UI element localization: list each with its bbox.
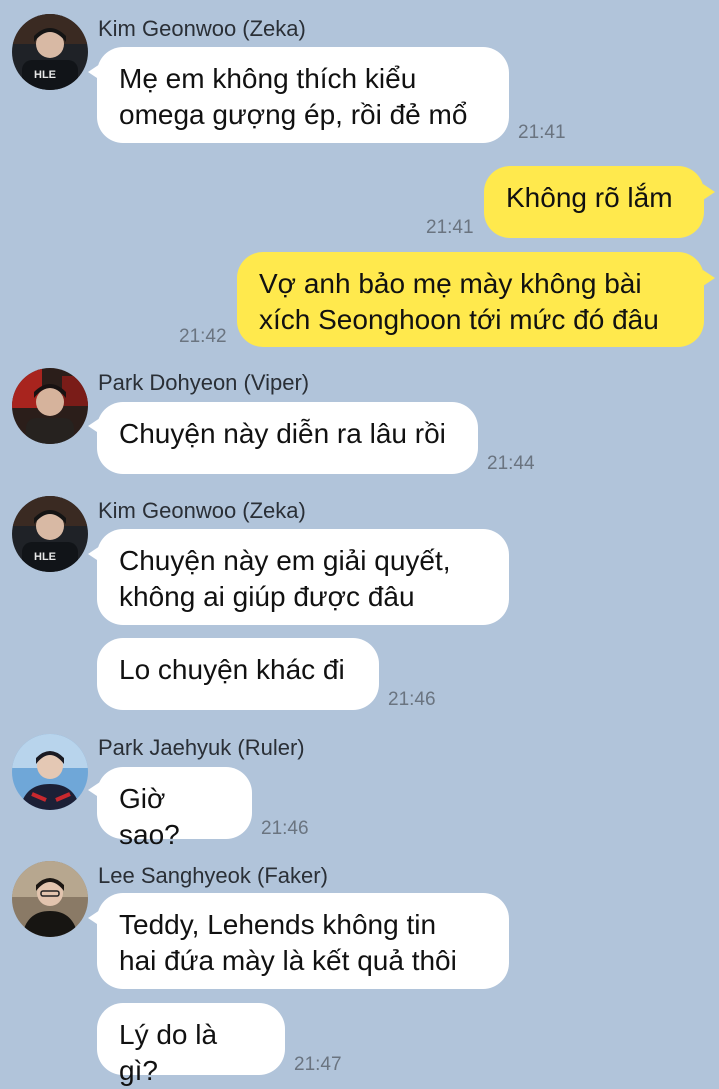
avatar[interactable] bbox=[12, 861, 88, 937]
avatar[interactable] bbox=[12, 368, 88, 444]
message-bubble[interactable]: Chuyện này em giải quyết, không ai giúp … bbox=[97, 529, 509, 625]
message-bubble[interactable]: Teddy, Lehends không tin hai đứa mày là … bbox=[97, 893, 509, 989]
message-time: 21:41 bbox=[426, 217, 474, 238]
svg-text:HLE: HLE bbox=[34, 69, 56, 81]
message-time: 21:41 bbox=[518, 122, 566, 143]
bubble-tail bbox=[703, 270, 715, 286]
avatar[interactable]: HLE bbox=[12, 14, 88, 90]
message-time: 21:44 bbox=[487, 453, 535, 474]
sender-name: Kim Geonwoo (Zeka) bbox=[98, 16, 306, 41]
message-bubble[interactable]: Lý do là gì? bbox=[97, 1003, 285, 1086]
message-time: 21:46 bbox=[261, 818, 309, 839]
sender-name: Park Jaehyuk (Ruler) bbox=[98, 735, 305, 760]
message-time: 21:42 bbox=[179, 326, 227, 347]
sender-name: Lee Sanghyeok (Faker) bbox=[98, 863, 328, 888]
avatar[interactable] bbox=[12, 734, 88, 810]
message-bubble[interactable]: Không rõ lắm bbox=[484, 166, 704, 238]
message-time: 21:47 bbox=[294, 1054, 342, 1075]
message-bubble[interactable]: Chuyện này diễn ra lâu rồi bbox=[97, 402, 478, 474]
bubble-tail bbox=[703, 184, 715, 200]
message-time: 21:46 bbox=[388, 689, 436, 710]
sender-name: Kim Geonwoo (Zeka) bbox=[98, 498, 306, 523]
message-bubble[interactable]: Mẹ em không thích kiểu omega gượng ép, r… bbox=[97, 47, 509, 143]
message-bubble[interactable]: Giờ sao? bbox=[97, 767, 252, 850]
svg-text:HLE: HLE bbox=[34, 551, 56, 563]
message-bubble[interactable]: Lo chuyện khác đi bbox=[97, 638, 379, 710]
avatar[interactable]: HLE bbox=[12, 496, 88, 572]
sender-name: Park Dohyeon (Viper) bbox=[98, 370, 310, 395]
message-bubble[interactable]: Vợ anh bảo mẹ mày không bài xích Seongho… bbox=[237, 252, 704, 347]
